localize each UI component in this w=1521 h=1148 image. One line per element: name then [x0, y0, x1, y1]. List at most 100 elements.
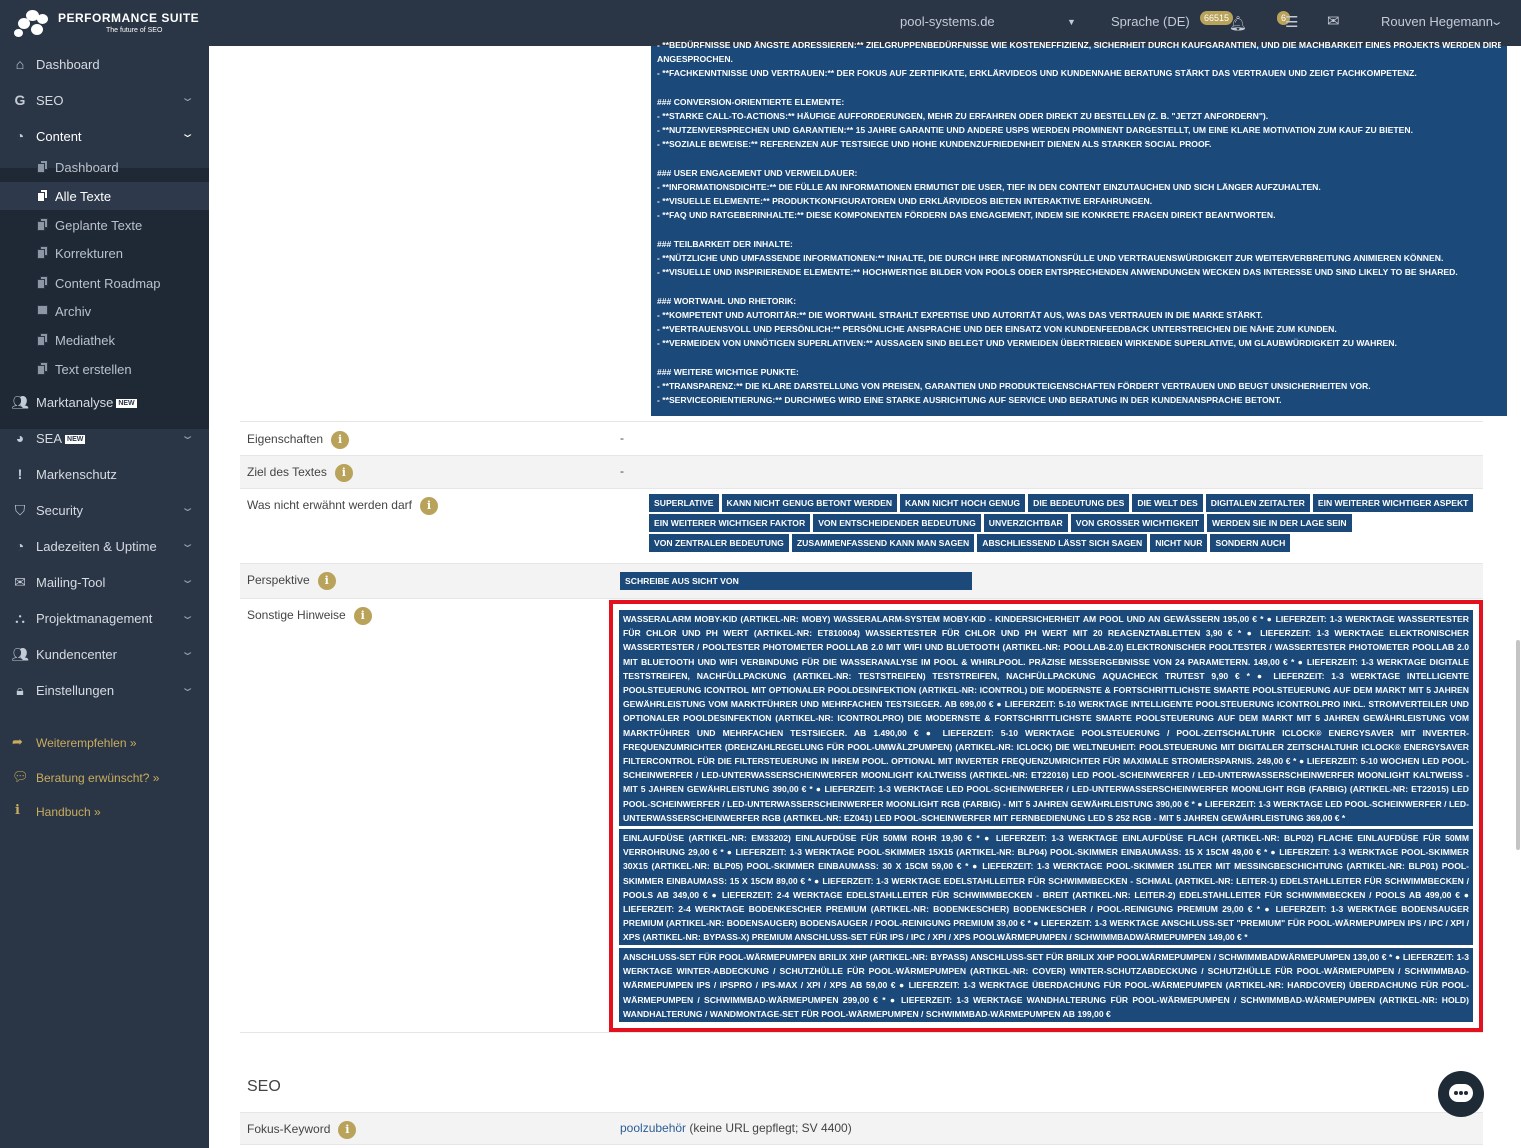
- forbidden-phrases: SUPERLATIVE KANN NICHT GENUG BETONT WERDE…: [649, 494, 1489, 554]
- sidebar-item-mailing[interactable]: ✉ Mailing-Tool ⌄: [0, 564, 209, 600]
- forbidden-phrase-tag: EIN WEITERER WICHTIGER ASPEKT: [1312, 494, 1474, 512]
- new-badge: NEW: [116, 399, 137, 409]
- forbidden-phrase-tag: UNVERZICHTBAR: [983, 514, 1068, 532]
- lock-icon: 🔒︎: [16, 682, 24, 698]
- submenu-item-geplante-texte[interactable]: Geplante Texte: [0, 211, 209, 239]
- sidebar-item-einstellungen[interactable]: 🔒︎ Einstellungen ⌄: [0, 672, 209, 708]
- field-label: Ziel des Textes: [247, 465, 327, 480]
- briefing-row: - **BEDÜRFNISSE UND ÄNGSTE ADRESSIEREN:*…: [240, 40, 1507, 422]
- info-icon[interactable]: i: [353, 607, 372, 625]
- user-menu[interactable]: Rouven Hegemann: [1381, 14, 1493, 29]
- shield-icon: ⛉: [14, 502, 26, 518]
- mail-icon: ✉: [14, 574, 26, 590]
- info-icon[interactable]: i: [419, 497, 438, 515]
- chat-icon: 💬︎: [12, 769, 29, 784]
- submenu-item-korrekturen[interactable]: Korrekturen: [0, 239, 209, 267]
- brand-tagline: The future of SEO: [106, 27, 163, 34]
- users-icon: 👥︎: [11, 646, 29, 662]
- chevron-down-icon: ⌄: [180, 610, 195, 622]
- hint-block: ANSCHLUSS-SET FÜR POOL-WÄRMEPUMPEN BRILI…: [619, 948, 1473, 1022]
- submenu-item-content-roadmap[interactable]: Content Roadmap: [0, 269, 209, 297]
- chat-icon: [1449, 1084, 1473, 1102]
- exclamation-icon: !: [17, 466, 23, 482]
- forbidden-phrase-tag: DIE WELT DES: [1132, 494, 1203, 512]
- chevron-down-icon: ⌄: [180, 502, 195, 514]
- info-icon[interactable]: i: [334, 464, 353, 482]
- field-row-ziel: Ziel des Textes i -: [240, 456, 1483, 489]
- submenu-item-alle-texte[interactable]: Alle Texte: [0, 182, 209, 210]
- main-content: - **BEDÜRFNISSE UND ÄNGSTE ADRESSIEREN:*…: [209, 40, 1521, 1148]
- field-value: -: [620, 464, 624, 478]
- sidebar-item-kundencenter[interactable]: 👥︎ Kundencenter ⌄: [0, 636, 209, 672]
- pie-chart-icon: ◕: [15, 430, 25, 446]
- forbidden-phrase-tag: KANN NICHT GENUG BETONT WERDEN: [721, 494, 898, 512]
- chat-button[interactable]: [1438, 1071, 1484, 1117]
- submenu-item-mediathek[interactable]: Mediathek: [0, 326, 209, 354]
- info-icon[interactable]: i: [338, 1121, 357, 1139]
- copy-icon: [37, 160, 49, 173]
- copy-icon: [37, 333, 49, 346]
- forbidden-phrase-tag: ABSCHLIESSEND LÄSST SICH SAGEN: [977, 534, 1148, 552]
- focus-keyword-link[interactable]: poolzubehör: [620, 1121, 686, 1135]
- forbidden-phrase-tag: EIN WEITERER WICHTIGER FAKTOR: [649, 514, 811, 532]
- chevron-down-icon: ⌄: [180, 574, 195, 586]
- clock-icon: ◔: [15, 538, 25, 554]
- forbidden-phrase-tag: ZUSAMMENFASSEND KANN MAN SAGEN: [791, 534, 975, 552]
- clock-icon: ◔: [15, 128, 25, 144]
- sidebar-item-seo[interactable]: G SEO ⌄: [0, 82, 209, 118]
- archive-icon: [37, 304, 49, 317]
- info-icon[interactable]: i: [331, 431, 350, 449]
- sidebar-item-dashboard[interactable]: ⌂ Dashboard: [0, 46, 209, 82]
- field-label: Fokus-Keyword: [247, 1122, 331, 1137]
- sidebar: ⌂ Dashboard G SEO ⌄ ◔ Content ⌄ Dashboard All…: [0, 46, 209, 1148]
- help-link-beratung[interactable]: 💬︎ Beratung erwünscht? »: [0, 766, 209, 790]
- chevron-down-icon[interactable]: ▼: [1067, 17, 1076, 27]
- field-row-perspektive: Perspektive i SCHREIBE AUS SICHT VON: [240, 564, 1483, 599]
- bell-icon[interactable]: 🔔︎: [1229, 15, 1247, 32]
- forbidden-phrase-tag: VON ENTSCHEIDENDER BEDEUTUNG: [813, 514, 981, 532]
- sidebar-item-sea[interactable]: ◕ SEA NEW ⌄: [0, 420, 209, 456]
- google-icon: G: [14, 92, 26, 108]
- field-row-verboten: Was nicht erwähnt werden darf i SUPERLATI…: [240, 489, 1483, 564]
- info-icon[interactable]: i: [317, 572, 336, 590]
- perspective-tag: SCHREIBE AUS SICHT VON: [620, 572, 972, 590]
- chevron-down-icon: ⌄: [180, 430, 195, 442]
- sidebar-item-marktanalyse[interactable]: 👥︎ Marktanalyse NEW: [0, 384, 209, 420]
- logo-mark-icon: [14, 10, 48, 38]
- scrollbar[interactable]: [1516, 640, 1520, 850]
- forbidden-phrase-tag: KANN NICHT HOCH GENUG: [900, 494, 1026, 512]
- list-icon[interactable]: ☰: [1285, 13, 1298, 31]
- field-row-fokus-keyword: Fokus-Keyword i poolzubehör (keine URL ge…: [240, 1112, 1483, 1145]
- users-icon: 👥︎: [11, 394, 29, 410]
- copy-icon: [37, 362, 49, 375]
- submenu-item-text-erstellen[interactable]: Text erstellen: [0, 355, 209, 383]
- focus-keyword-note: (keine URL gepflegt; SV 4400): [686, 1121, 852, 1135]
- help-link-handbuch[interactable]: i Handbuch »: [0, 800, 209, 824]
- brand-logo[interactable]: PERFORMANCE SUITE The future of SEO: [14, 8, 204, 40]
- sidebar-item-content[interactable]: ◔ Content ⌄: [0, 118, 209, 154]
- forbidden-phrase-tag: DIGITALEN ZEITALTER: [1205, 494, 1310, 512]
- field-row-eigenschaften: Eigenschaften i -: [240, 423, 1483, 456]
- field-label: Was nicht erwähnt werden darf: [247, 498, 412, 513]
- sidebar-item-security[interactable]: ⛉ Security ⌄: [0, 492, 209, 528]
- sidebar-item-projektmanagement[interactable]: ⛬ Projektmanagement ⌄: [0, 600, 209, 636]
- section-heading-seo: SEO: [247, 1078, 281, 1095]
- project-select[interactable]: pool-systems.de: [900, 14, 995, 29]
- help-link-weiterempfehlen[interactable]: ➦ Weiterempfehlen »: [0, 731, 209, 755]
- chevron-down-icon[interactable]: ⌄: [1490, 15, 1504, 28]
- forbidden-phrase-tag: SUPERLATIVE: [649, 494, 719, 512]
- forbidden-phrase-tag: DIE BEDEUTUNG DES: [1028, 494, 1130, 512]
- forbidden-phrase-tag: VON ZENTRALER BEDEUTUNG: [649, 534, 789, 552]
- submenu-item-archiv[interactable]: Archiv: [0, 297, 209, 325]
- briefing-text-box: - **BEDÜRFNISSE UND ÄNGSTE ADRESSIEREN:*…: [651, 40, 1507, 416]
- submenu-item-dashboard[interactable]: Dashboard: [0, 153, 209, 181]
- copy-icon: [37, 218, 49, 231]
- sidebar-item-markenschutz[interactable]: ! Markenschutz: [0, 456, 209, 492]
- chevron-down-icon: ⌄: [180, 128, 195, 140]
- sidebar-item-ladezeiten[interactable]: ◔ Ladezeiten & Uptime ⌄: [0, 528, 209, 564]
- mail-icon[interactable]: ✉: [1327, 12, 1340, 30]
- field-value: -: [620, 431, 624, 445]
- language-select[interactable]: Sprache (DE): [1111, 14, 1190, 29]
- sitemap-icon: ⛬: [15, 610, 25, 626]
- chevron-down-icon: ⌄: [180, 92, 195, 104]
